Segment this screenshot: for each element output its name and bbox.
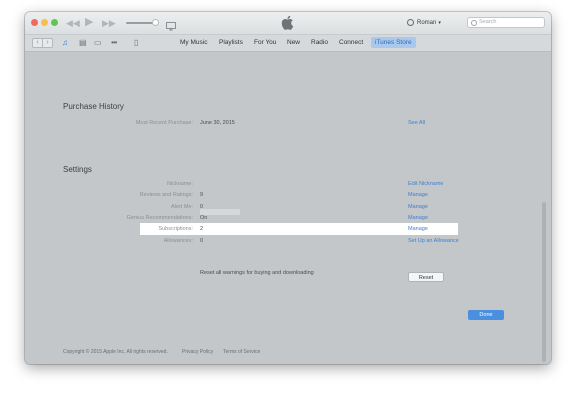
user-icon <box>407 19 414 26</box>
airplay-icon[interactable] <box>166 18 176 36</box>
reviews-ratings-label: Reviews and Ratings: <box>139 192 193 198</box>
search-field[interactable]: Search <box>467 17 545 28</box>
alert-me-label: Alert Me: <box>170 204 193 210</box>
itunes-window: ◀◀ ▶ ▶▶ Roman ▾ Search ‹ › ♫ ▤ ▭ ••• ▯ M… <box>25 12 551 364</box>
reviews-ratings-value: 9 <box>200 192 204 198</box>
apple-logo-icon <box>281 15 294 35</box>
tv-icon[interactable]: ▭ <box>94 38 102 48</box>
terms-of-service-link[interactable]: Terms of Service <box>223 349 260 355</box>
more-icon[interactable]: ••• <box>111 38 117 48</box>
search-icon <box>471 20 477 26</box>
minimize-window-button[interactable] <box>41 19 48 26</box>
manage-reviews-link[interactable]: Manage <box>408 192 428 198</box>
back-arrow-icon[interactable]: ‹ <box>33 39 43 47</box>
genius-value: On <box>200 215 208 221</box>
purchase-history-heading: Purchase History <box>63 102 124 111</box>
titlebar: ◀◀ ▶ ▶▶ Roman ▾ Search <box>25 12 551 35</box>
search-placeholder: Search <box>479 19 497 25</box>
back-forward-buttons[interactable]: ‹ › <box>32 38 53 48</box>
tab-for-you[interactable]: For You <box>254 39 276 47</box>
tab-playlists[interactable]: Playlists <box>219 39 243 47</box>
music-note-icon[interactable]: ♫ <box>62 38 68 48</box>
alert-me-value: 0 <box>200 204 204 210</box>
account-menu[interactable]: Roman ▾ <box>407 16 449 29</box>
chevron-down-icon: ▾ <box>438 19 441 26</box>
fast-forward-icon[interactable]: ▶▶ <box>102 17 116 29</box>
tab-my-music[interactable]: My Music <box>180 39 207 47</box>
volume-knob[interactable] <box>152 19 159 26</box>
allowances-label: Allowances: <box>163 238 193 244</box>
most-recent-purchase-label: Most Recent Purchase: <box>135 120 193 126</box>
tab-radio[interactable]: Radio <box>311 39 328 47</box>
zoom-window-button[interactable] <box>51 19 58 26</box>
set-up-allowance-link[interactable]: Set Up an Allowance <box>408 238 459 244</box>
tab-itunes-store[interactable]: iTunes Store <box>371 37 416 48</box>
privacy-policy-link[interactable]: Privacy Policy <box>182 349 213 355</box>
movies-icon[interactable]: ▤ <box>79 38 87 48</box>
play-icon[interactable]: ▶ <box>85 16 93 28</box>
manage-genius-link[interactable]: Manage <box>408 215 428 221</box>
allowances-value: 0 <box>200 238 204 244</box>
edit-nickname-link[interactable]: Edit Nickname <box>408 181 443 187</box>
forward-arrow-icon[interactable]: › <box>43 39 52 47</box>
genius-label: Genius Recommendations: <box>126 215 193 221</box>
rewind-icon[interactable]: ◀◀ <box>66 17 80 29</box>
subscriptions-value: 2 <box>200 226 204 232</box>
reset-warnings-text: Reset all warnings for buying and downlo… <box>200 270 314 276</box>
reset-button[interactable]: Reset <box>408 272 444 282</box>
toolbar: ‹ › ♫ ▤ ▭ ••• ▯ My Music Playlists For Y… <box>25 35 551 52</box>
settings-heading: Settings <box>63 165 92 174</box>
nickname-label: Nickname: <box>167 181 193 187</box>
see-all-link[interactable]: See All <box>408 120 425 126</box>
manage-subscriptions-link[interactable]: Manage <box>408 226 428 232</box>
account-name: Roman <box>417 19 437 26</box>
device-icon[interactable]: ▯ <box>134 38 138 48</box>
done-button[interactable]: Done <box>468 310 504 320</box>
copyright-text: Copyright © 2015 Apple Inc. All rights r… <box>63 349 168 355</box>
vertical-scrollbar[interactable] <box>542 202 546 362</box>
close-window-button[interactable] <box>31 19 38 26</box>
tab-connect[interactable]: Connect <box>339 39 363 47</box>
manage-alerts-link[interactable]: Manage <box>408 204 428 210</box>
tab-new[interactable]: New <box>287 39 300 47</box>
most-recent-purchase-value: June 30, 2015 <box>200 120 235 126</box>
subscriptions-label: Subscriptions: <box>158 226 193 232</box>
